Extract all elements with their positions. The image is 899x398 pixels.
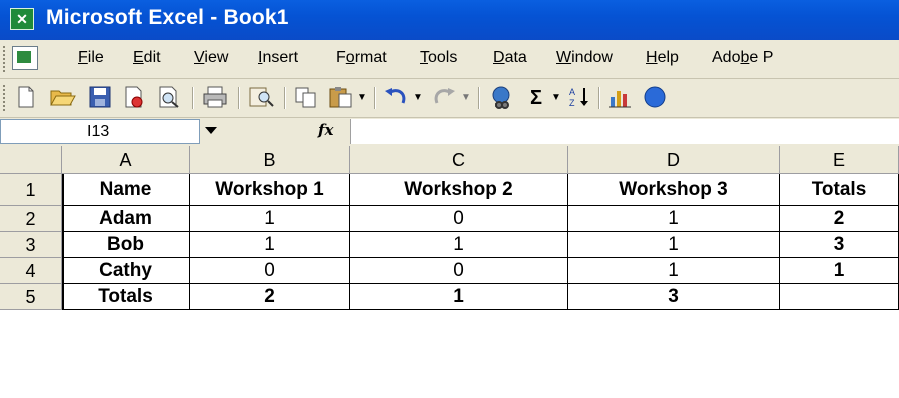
- menu-edit[interactable]: Edit: [133, 49, 161, 67]
- toolbar-separator: [238, 87, 240, 109]
- column-header-b[interactable]: B: [190, 146, 350, 174]
- standard-toolbar: ▼ ▼ ▼ Σ ▼ AZ: [0, 79, 899, 118]
- cell-b2[interactable]: 1: [190, 206, 350, 232]
- menu-tools[interactable]: Tools: [420, 49, 457, 67]
- menu-adobe-pdf[interactable]: Adobe P: [712, 49, 773, 67]
- formula-input[interactable]: [350, 119, 899, 144]
- table-left-border: [62, 174, 64, 310]
- cell-b4[interactable]: 0: [190, 258, 350, 284]
- menu-file[interactable]: File: [78, 49, 104, 67]
- row-header-3[interactable]: 3: [0, 232, 62, 258]
- print-icon[interactable]: [200, 85, 230, 111]
- permission-icon[interactable]: [120, 85, 148, 111]
- menu-bar: File Edit View Insert Format Tools Data …: [0, 40, 899, 79]
- redo-icon[interactable]: [430, 85, 458, 111]
- paste-icon[interactable]: [326, 85, 356, 111]
- menu-format-label: Format: [336, 49, 387, 66]
- svg-text:A: A: [569, 87, 575, 97]
- menu-tools-label: Tools: [420, 49, 458, 66]
- menu-adobe-pdf-label: Adobe P: [712, 49, 774, 66]
- autosum-dropdown-icon[interactable]: ▼: [550, 85, 562, 111]
- column-header-a[interactable]: A: [62, 146, 190, 174]
- cell-a2[interactable]: Adam: [62, 206, 190, 232]
- menu-data[interactable]: Data: [493, 49, 527, 67]
- cell-d3[interactable]: 1: [568, 232, 780, 258]
- cell-a3[interactable]: Bob: [62, 232, 190, 258]
- name-box[interactable]: I13: [0, 119, 200, 144]
- print-preview-icon[interactable]: [154, 85, 184, 111]
- hyperlink-icon[interactable]: [486, 85, 516, 111]
- cell-a5[interactable]: Totals: [62, 284, 190, 310]
- cell-a1[interactable]: Name: [62, 174, 190, 206]
- menu-edit-label: Edit: [133, 49, 161, 66]
- cell-d2[interactable]: 1: [568, 206, 780, 232]
- cell-d4[interactable]: 1: [568, 258, 780, 284]
- cell-e3[interactable]: 3: [780, 232, 899, 258]
- menu-help-label: Help: [646, 49, 679, 66]
- help-icon[interactable]: [642, 85, 668, 111]
- cell-b5[interactable]: 2: [190, 284, 350, 310]
- menu-help[interactable]: Help: [646, 49, 679, 67]
- row-header-4[interactable]: 4: [0, 258, 62, 284]
- menu-file-label: File: [78, 49, 104, 66]
- title-bar: ✕ Microsoft Excel - Book1: [0, 0, 899, 40]
- cell-b3[interactable]: 1: [190, 232, 350, 258]
- cell-c3[interactable]: 1: [350, 232, 568, 258]
- window-title: Microsoft Excel - Book1: [46, 6, 289, 29]
- cell-e4[interactable]: 1: [780, 258, 899, 284]
- cell-e5[interactable]: [780, 284, 899, 310]
- research-icon[interactable]: [246, 85, 276, 111]
- paste-dropdown-icon[interactable]: ▼: [356, 85, 368, 111]
- menu-view-label: View: [194, 49, 229, 66]
- toolbar-separator: [598, 87, 600, 109]
- redo-dropdown-icon[interactable]: ▼: [460, 85, 472, 111]
- column-header-c[interactable]: C: [350, 146, 568, 174]
- menu-insert-label: Insert: [258, 49, 299, 66]
- menu-window-label: Window: [556, 49, 613, 66]
- formula-bar: I13 fx: [0, 118, 899, 147]
- copy-icon[interactable]: [292, 85, 320, 111]
- toolbar-grip[interactable]: [3, 85, 8, 111]
- chart-wizard-icon[interactable]: [606, 85, 636, 111]
- cell-c1[interactable]: Workshop 2: [350, 174, 568, 206]
- cell-a4[interactable]: Cathy: [62, 258, 190, 284]
- insert-function-icon[interactable]: fx: [318, 121, 333, 139]
- row-header-2[interactable]: 2: [0, 206, 62, 232]
- row-header-5[interactable]: 5: [0, 284, 62, 310]
- excel-app-icon[interactable]: ✕: [10, 8, 34, 30]
- toolbar-separator: [478, 87, 480, 109]
- cell-c2[interactable]: 0: [350, 206, 568, 232]
- open-icon[interactable]: [48, 85, 78, 111]
- svg-text:Z: Z: [569, 98, 575, 108]
- toolbar-separator: [374, 87, 376, 109]
- name-box-dropdown-icon[interactable]: [205, 127, 217, 134]
- menu-insert[interactable]: Insert: [258, 49, 298, 67]
- autosum-icon[interactable]: Σ: [524, 85, 548, 111]
- menu-format[interactable]: Format: [336, 49, 387, 67]
- cell-e2[interactable]: 2: [780, 206, 899, 232]
- column-header-d[interactable]: D: [568, 146, 780, 174]
- sort-ascending-icon[interactable]: AZ: [566, 85, 592, 111]
- row-header-1[interactable]: 1: [0, 174, 62, 206]
- worksheet-grid: A B C D E 1 Name Workshop 1 Workshop 2 W…: [0, 146, 899, 398]
- new-icon[interactable]: [14, 85, 38, 111]
- workbook-icon[interactable]: [12, 46, 38, 70]
- cell-e1[interactable]: Totals: [780, 174, 899, 206]
- cell-b1[interactable]: Workshop 1: [190, 174, 350, 206]
- undo-dropdown-icon[interactable]: ▼: [412, 85, 424, 111]
- undo-icon[interactable]: [382, 85, 410, 111]
- cell-d5[interactable]: 3: [568, 284, 780, 310]
- cell-c5[interactable]: 1: [350, 284, 568, 310]
- menubar-grip[interactable]: [3, 46, 8, 72]
- menu-window[interactable]: Window: [556, 49, 613, 67]
- cell-d1[interactable]: Workshop 3: [568, 174, 780, 206]
- toolbar-separator: [284, 87, 286, 109]
- column-header-e[interactable]: E: [780, 146, 899, 174]
- select-all-corner[interactable]: [0, 146, 62, 174]
- menu-view[interactable]: View: [194, 49, 228, 67]
- save-icon[interactable]: [86, 85, 114, 111]
- menu-data-label: Data: [493, 49, 527, 66]
- toolbar-separator: [192, 87, 194, 109]
- cell-c4[interactable]: 0: [350, 258, 568, 284]
